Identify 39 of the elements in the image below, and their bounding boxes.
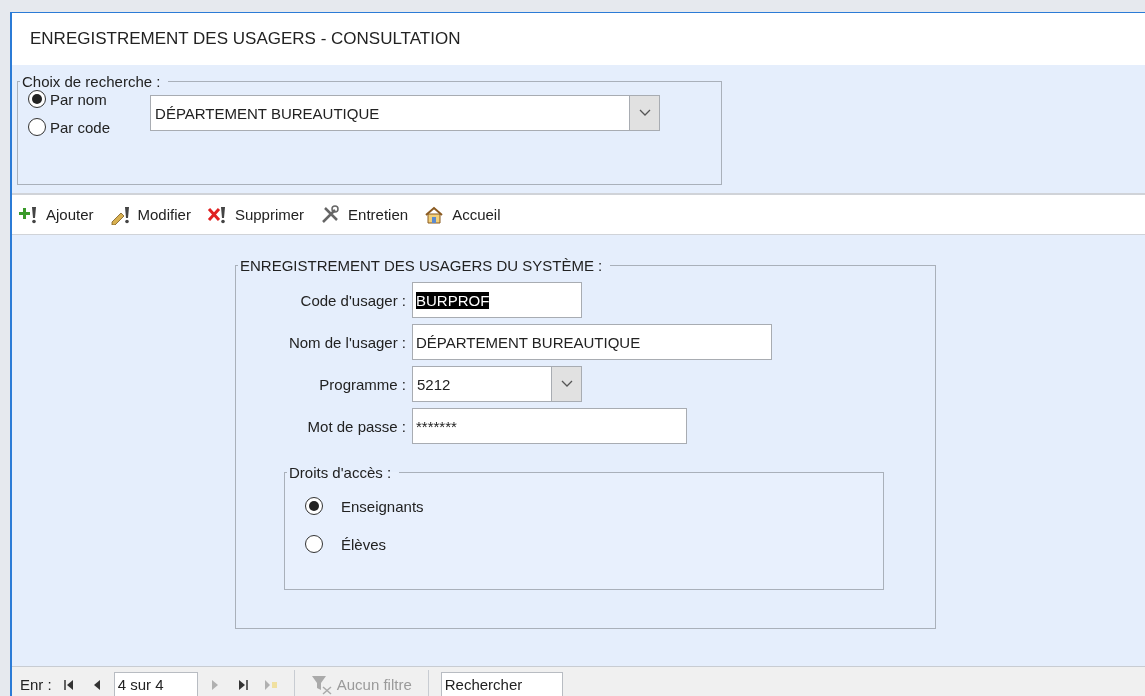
user-form-legend: ENREGISTREMENT DES USAGERS DU SYSTÈME : — [240, 257, 603, 274]
radio-label[interactable]: Par code — [50, 118, 111, 136]
delete-icon — [206, 204, 227, 225]
filter-icon — [310, 674, 333, 695]
tools-icon — [320, 204, 341, 225]
radio-button[interactable] — [305, 497, 323, 515]
toolbar-button[interactable]: Modifier — [107, 204, 193, 225]
radio-button[interactable] — [28, 118, 46, 136]
field-label: Nom de l'usager : — [287, 333, 406, 351]
radio-label[interactable]: Par nom — [50, 90, 107, 108]
plus-icon — [18, 204, 38, 225]
toolbar-button[interactable]: Entretien — [318, 204, 411, 225]
search-combo-box[interactable]: DÉPARTEMENT BUREAUTIQUE — [150, 95, 661, 131]
text-field[interactable]: BURPROF — [412, 282, 582, 318]
search-options-legend: Choix de recherche : — [22, 73, 161, 90]
field-label: Code d'usager : — [299, 291, 406, 309]
text-field[interactable]: DÉPARTEMENT BUREAUTIQUE — [412, 324, 772, 360]
pencil-icon — [109, 204, 130, 225]
field-label: Programme : — [318, 375, 406, 393]
radio-button[interactable] — [28, 90, 46, 108]
chevron-down-icon — [560, 380, 573, 388]
record-label: Enr : — [20, 676, 52, 693]
home-icon — [424, 204, 445, 225]
first-record-icon — [61, 677, 76, 692]
record-field[interactable]: 4 sur 4 — [113, 671, 198, 696]
radio-label[interactable]: Élèves — [341, 535, 387, 553]
toolbar-button[interactable]: Ajouter — [16, 204, 96, 225]
password-field[interactable]: ******* — [412, 408, 687, 444]
radio-button[interactable] — [305, 535, 323, 553]
field-label: Mot de passe : — [306, 417, 406, 435]
access-rights-legend: Droits d'accès : — [289, 464, 392, 481]
program-combo-box[interactable]: 5212 — [412, 366, 582, 402]
window-title: ENREGISTREMENT DES USAGERS - CONSULTATION — [30, 29, 461, 49]
chevron-down-icon — [638, 109, 651, 117]
new-record-icon — [263, 677, 278, 692]
search-field[interactable]: Rechercher — [440, 671, 563, 696]
toolbar-button[interactable]: Supprimer — [204, 204, 307, 225]
radio-label[interactable]: Enseignants — [341, 497, 424, 515]
toolbar-button[interactable]: Accueil — [422, 204, 503, 225]
